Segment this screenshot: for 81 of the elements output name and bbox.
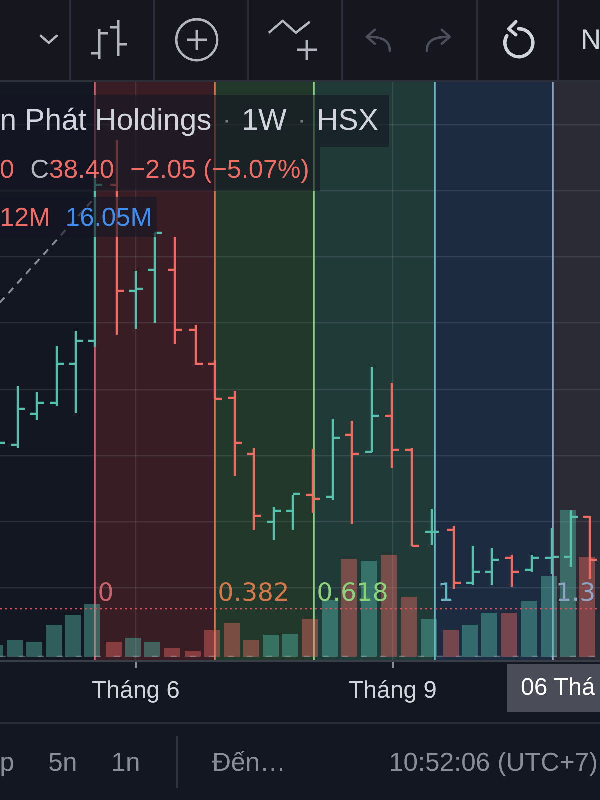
price-bar <box>0 442 5 444</box>
price-bar <box>425 509 439 545</box>
time-zone-label: 0.618 <box>317 578 389 607</box>
price-bar <box>525 555 539 572</box>
volume-bar <box>164 648 180 657</box>
plus-circle-icon <box>175 18 219 62</box>
redo-icon <box>423 28 453 52</box>
axis-label: Tháng 6 <box>92 676 180 706</box>
volume-bar <box>443 630 459 657</box>
time-zone-label: 1 <box>438 578 454 607</box>
chevron-down-icon <box>39 34 59 46</box>
price-bar <box>30 392 44 420</box>
price-bar <box>129 271 143 329</box>
separator-dot: · <box>298 107 306 135</box>
volume-bar <box>125 638 141 657</box>
price-bar <box>466 546 480 585</box>
volume-bar <box>144 642 160 657</box>
volume-bar <box>46 625 62 657</box>
clock-text: 10:52:06 (UTC+7) <box>389 746 599 779</box>
price-bar <box>189 325 203 366</box>
time-zone-label: 0 <box>98 578 114 607</box>
ohlc-value: 0 <box>0 154 14 184</box>
ohlc-value: −2.05 (−5.07%) <box>130 154 310 184</box>
volume-bar <box>7 640 23 657</box>
volume-value: 12M <box>0 202 51 232</box>
axis-label: Tháng 9 <box>348 676 438 706</box>
volume-bar <box>224 623 240 657</box>
wave-plus-icon <box>267 18 319 62</box>
exchange-label: HSX <box>316 104 378 138</box>
ohlc-value: 38.40 <box>49 154 114 184</box>
axis-tick <box>135 662 137 668</box>
add-button[interactable] <box>175 18 219 62</box>
volume-bar <box>401 597 417 657</box>
price-bar <box>267 507 281 540</box>
symbol-name: n Phát Holdings <box>0 104 212 138</box>
price-bar <box>545 528 559 574</box>
separator-dot: · <box>222 107 231 135</box>
price-bar <box>583 516 597 579</box>
price-bar <box>208 360 222 400</box>
time-zone-label: 0.382 <box>218 578 290 607</box>
volume-bar <box>243 640 259 657</box>
volume-bar <box>185 651 201 657</box>
range-button[interactable]: 5n <box>48 745 78 779</box>
range-button[interactable]: 1n <box>111 745 140 779</box>
crosshair-date-label: 06 Thá <box>507 664 600 712</box>
volume-bar <box>462 625 478 657</box>
volume-bar <box>84 604 100 657</box>
volume-bar <box>302 619 318 657</box>
interval-label: 1W <box>242 104 287 138</box>
ohlc-label: C <box>30 154 50 184</box>
undo-icon <box>364 28 394 52</box>
volume-bar <box>282 634 298 657</box>
price-bar <box>50 346 64 406</box>
add-line-button[interactable] <box>267 18 319 62</box>
reset-icon <box>502 20 538 60</box>
volume-bar <box>26 642 42 657</box>
price-bar <box>11 386 25 448</box>
price-bar <box>505 555 519 587</box>
volume-bar <box>322 600 338 657</box>
price-bar <box>286 492 300 530</box>
price-bar <box>564 510 578 567</box>
volume-bar <box>501 613 517 657</box>
volume-bar <box>65 615 81 657</box>
volume-value: 16.05M <box>66 202 152 232</box>
volume-bar <box>481 613 497 657</box>
axis-tick <box>392 662 394 668</box>
reset-button[interactable] <box>502 20 538 60</box>
volume-bar <box>106 642 122 657</box>
volume-bar <box>421 619 437 657</box>
volume-bar <box>204 630 220 657</box>
price-bar <box>485 548 499 585</box>
go-to-button[interactable]: Đến… <box>212 745 286 779</box>
range-button[interactable]: p <box>0 745 14 779</box>
chart-type-button[interactable] <box>90 19 129 61</box>
price-bar <box>306 449 320 513</box>
volume-bar <box>521 601 537 657</box>
volume-bar <box>0 645 3 657</box>
volume-bar <box>263 635 279 657</box>
toolbar-text-button[interactable]: N <box>581 23 600 57</box>
dropdown-button[interactable] <box>39 34 59 46</box>
bars-icon <box>90 19 129 61</box>
